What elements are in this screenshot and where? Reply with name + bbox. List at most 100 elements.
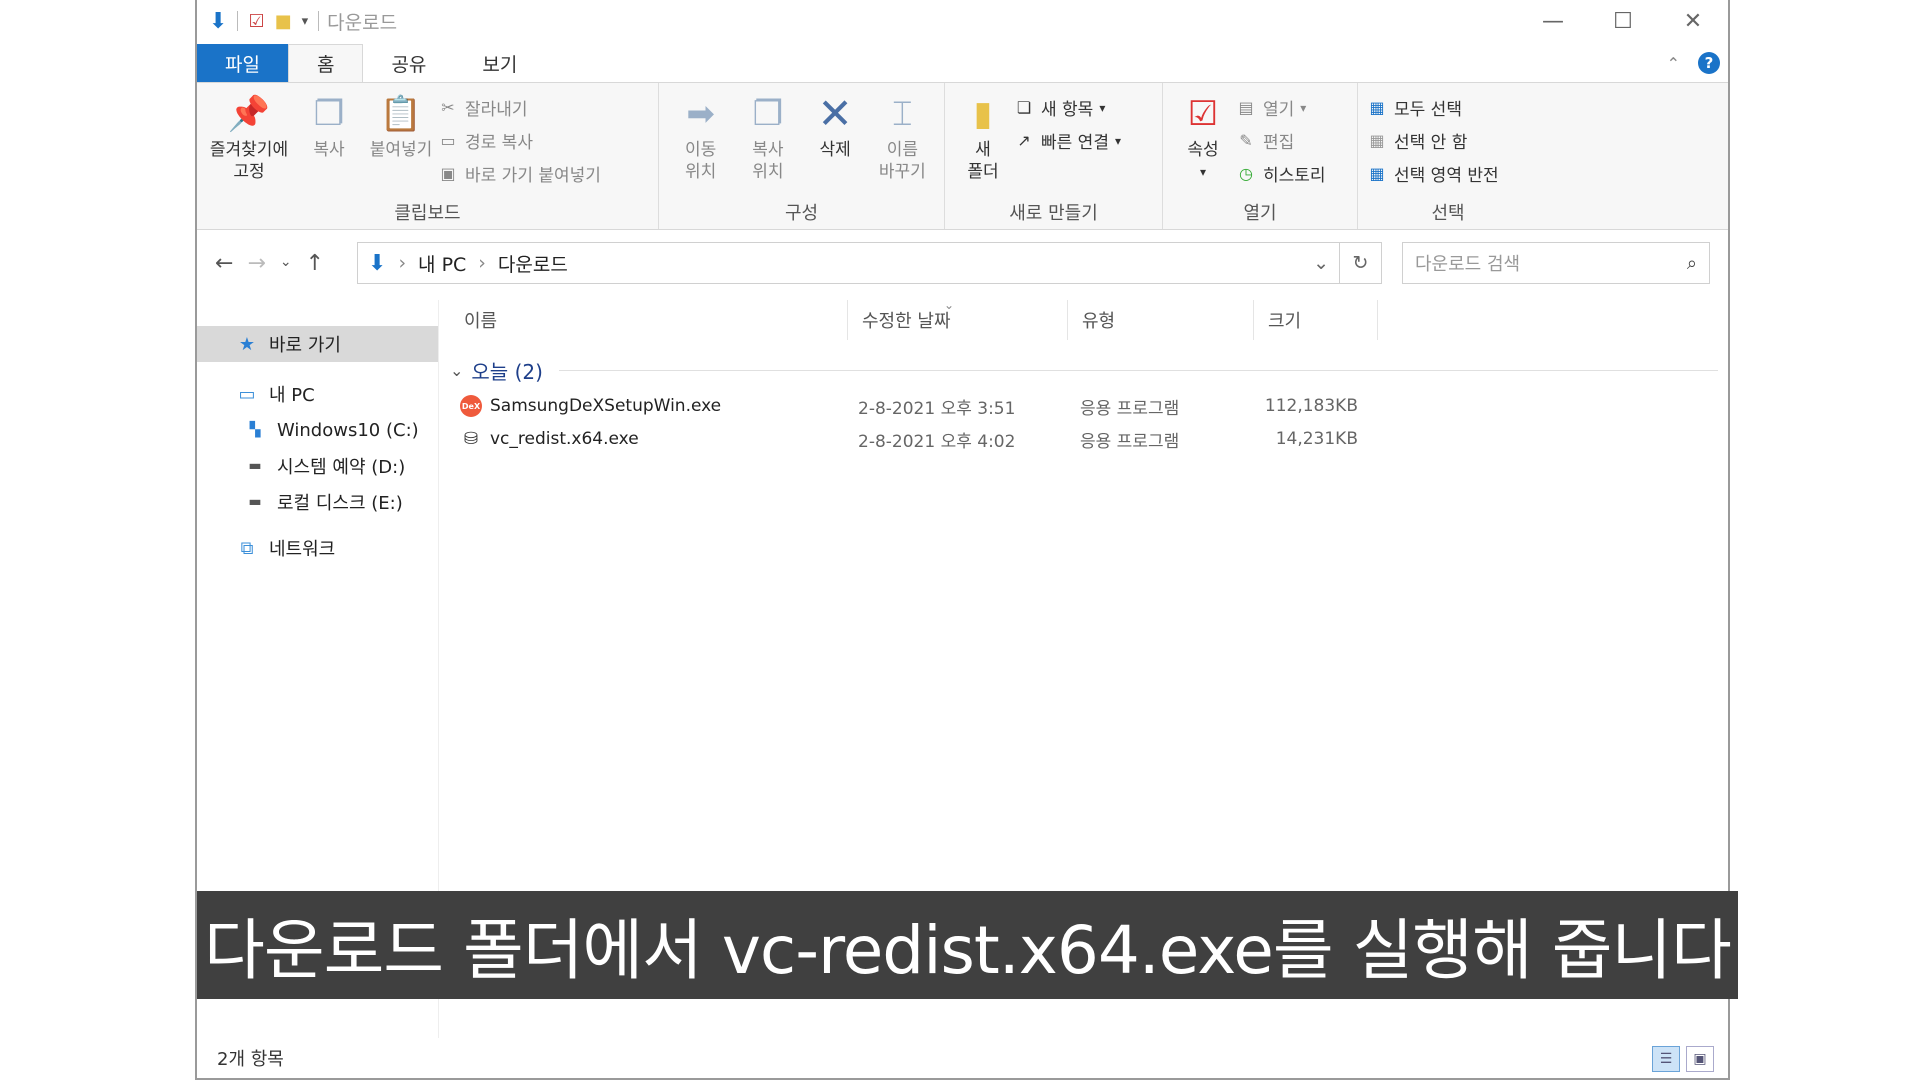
copy-path-button[interactable]: ▭ 경로 복사 xyxy=(437,128,601,153)
pin-icon: 📌 xyxy=(227,94,271,134)
navigation-buttons: ← → ⌄ ↑ xyxy=(197,251,357,276)
title-bar: ⬇ ☑ ■ ▾ 다운로드 — ☐ ✕ xyxy=(197,0,1728,42)
view-buttons: ☰ ▣ xyxy=(1652,1046,1714,1072)
close-button[interactable]: ✕ xyxy=(1658,0,1728,42)
nav-drive-e-label: 로컬 디스크 (E:) xyxy=(277,493,403,514)
nav-network[interactable]: ⧉ 네트워크 xyxy=(197,530,438,566)
history-button[interactable]: ◷ 히스토리 xyxy=(1235,161,1326,186)
nav-drive-c[interactable]: ▚ Windows10 (C:) xyxy=(197,412,438,448)
search-box[interactable]: 다운로드 검색 ⌕ xyxy=(1402,242,1710,284)
folder-icon: ▮ xyxy=(973,94,993,134)
file-date: 2-8-2021 오후 3:51 xyxy=(858,398,1016,419)
windows-drive-icon: ▚ xyxy=(249,422,261,438)
cut-button[interactable]: ✂ 잘라내기 xyxy=(437,95,601,120)
up-arrow-icon[interactable]: ↑ xyxy=(306,251,324,276)
tab-home[interactable]: 홈 xyxy=(287,44,364,82)
column-date-label: 수정한 날짜 xyxy=(862,311,951,332)
help-icon[interactable]: ? xyxy=(1698,52,1720,74)
minimize-button[interactable]: — xyxy=(1518,0,1588,42)
tab-file[interactable]: 파일 xyxy=(197,44,288,82)
qat-dropdown-icon[interactable]: ▾ xyxy=(302,14,309,29)
quick-access-toolbar: ⬇ ☑ ■ ▾ xyxy=(197,9,320,34)
new-item-button[interactable]: ❏ 새 항목 ▾ xyxy=(1013,95,1121,120)
open-button[interactable]: ▤ 열기 ▾ xyxy=(1235,95,1326,120)
group-label-organize: 구성 xyxy=(784,203,819,224)
group-select: ▦ 모두 선택 ▦ 선택 안 함 ▦ 선택 영역 반전 선택 xyxy=(1358,83,1538,229)
nav-this-pc[interactable]: ▭ 내 PC xyxy=(197,376,438,412)
group-open: ☑ 속성 ▾ ▤ 열기 ▾ ✎ 편집 ◷ 히스토리 열기 xyxy=(1163,83,1358,229)
invert-selection-button[interactable]: ▦ 선택 영역 반전 xyxy=(1366,161,1498,186)
paste-shortcut-button[interactable]: ▣ 바로 가기 붙여넣기 xyxy=(437,161,601,186)
scissors-icon: ✂ xyxy=(441,98,455,117)
status-bar: 2개 항목 ☰ ▣ xyxy=(197,1038,1728,1078)
ribbon-right-controls: ⌃ ? xyxy=(1667,44,1728,82)
window-title: 다운로드 xyxy=(327,11,398,34)
edit-button[interactable]: ✎ 편집 xyxy=(1235,128,1326,153)
window-controls: — ☐ ✕ xyxy=(1518,0,1728,42)
group-collapse-chevron-icon: ⌄ xyxy=(450,361,464,380)
select-none-label: 선택 안 함 xyxy=(1394,133,1468,153)
tab-share[interactable]: 공유 xyxy=(363,44,454,82)
breadcrumb-this-pc[interactable]: 내 PC xyxy=(418,250,466,277)
nav-drive-d[interactable]: ▬ 시스템 예약 (D:) xyxy=(197,448,438,484)
forward-arrow-icon[interactable]: → xyxy=(247,251,265,276)
downloads-location-icon: ⬇ xyxy=(368,250,387,276)
easy-access-icon: ↗ xyxy=(1017,131,1031,150)
new-folder-icon[interactable]: ■ xyxy=(275,11,292,32)
network-icon: ⧉ xyxy=(240,537,254,559)
recent-locations-icon[interactable]: ⌄ xyxy=(280,251,292,276)
move-to-icon: ➡ xyxy=(686,94,715,134)
refresh-icon[interactable]: ↻ xyxy=(1339,243,1381,283)
group-header-today[interactable]: ⌄ 오늘 (2) xyxy=(450,356,1718,385)
tab-view[interactable]: 보기 xyxy=(454,44,545,82)
address-row: ← → ⌄ ↑ ⬇ › 내 PC › 다운로드 ⌄ ↻ 다운로드 검색 ⌕ xyxy=(197,240,1728,286)
easy-access-button[interactable]: ↗ 빠른 연결 ▾ xyxy=(1013,128,1121,153)
address-bar[interactable]: ⬇ › 내 PC › 다운로드 ⌄ ↻ xyxy=(357,242,1382,284)
samsung-dex-icon: DeX xyxy=(460,395,482,417)
chevron-down-icon: ▾ xyxy=(1199,165,1207,179)
nav-quick-access[interactable]: ★ 바로 가기 xyxy=(197,326,438,362)
search-input[interactable]: 다운로드 검색 xyxy=(1415,250,1520,276)
collapse-ribbon-icon[interactable]: ⌃ xyxy=(1667,54,1680,73)
select-all-button[interactable]: ▦ 모두 선택 xyxy=(1366,95,1499,120)
file-name: vc_redist.x64.exe xyxy=(490,429,639,449)
history-icon: ◷ xyxy=(1239,164,1253,183)
chevron-down-icon: ▾ xyxy=(1114,133,1121,148)
file-name: SamsungDeXSetupWin.exe xyxy=(490,396,722,416)
address-dropdown-icon[interactable]: ⌄ xyxy=(1313,252,1329,274)
download-arrow-icon[interactable]: ⬇ xyxy=(209,9,227,34)
column-size[interactable]: 크기 xyxy=(1254,300,1378,340)
breadcrumb-downloads[interactable]: 다운로드 xyxy=(498,250,568,277)
column-date[interactable]: 수정한 날짜 ⌄ xyxy=(848,298,1068,340)
properties-check-icon[interactable]: ☑ xyxy=(248,11,264,32)
group-label-select: 선택 xyxy=(1431,203,1465,224)
easy-access-label: 빠른 연결 xyxy=(1041,133,1109,153)
nav-drive-e[interactable]: ▬ 로컬 디스크 (E:) xyxy=(197,484,438,520)
select-none-button[interactable]: ▦ 선택 안 함 xyxy=(1366,128,1499,153)
group-divider xyxy=(558,370,1718,371)
group-label-new: 새로 만들기 xyxy=(1009,203,1098,224)
copy-path-label: 경로 복사 xyxy=(465,133,533,153)
large-icons-view-icon[interactable]: ▣ xyxy=(1686,1046,1714,1072)
paste-shortcut-label: 바로 가기 붙여넣기 xyxy=(465,166,601,186)
select-none-icon: ▦ xyxy=(1369,131,1385,150)
new-folder-label: 새 폴더 xyxy=(967,140,999,182)
drive-icon: ▬ xyxy=(248,494,262,510)
file-name-cell: DeX SamsungDeXSetupWin.exe xyxy=(460,395,858,417)
maximize-button[interactable]: ☐ xyxy=(1588,0,1658,42)
file-row[interactable]: ⛁ vc_redist.x64.exe 2-8-2021 오후 4:02 응용 … xyxy=(460,424,1728,454)
nav-quick-access-label: 바로 가기 xyxy=(269,335,341,356)
back-arrow-icon[interactable]: ← xyxy=(215,251,233,276)
nav-drive-d-label: 시스템 예약 (D:) xyxy=(277,457,406,478)
qat-separator xyxy=(318,11,320,31)
details-view-icon[interactable]: ☰ xyxy=(1652,1046,1680,1072)
group-label-clipboard: 클립보드 xyxy=(394,203,461,224)
select-all-label: 모두 선택 xyxy=(1394,100,1462,120)
file-row[interactable]: DeX SamsungDeXSetupWin.exe 2-8-2021 오후 3… xyxy=(460,391,1728,421)
edit-label: 편집 xyxy=(1263,133,1295,153)
file-size: 112,183KB xyxy=(1264,396,1358,416)
column-name[interactable]: 이름 xyxy=(440,300,848,340)
copy-to-icon: ❐ xyxy=(752,94,784,134)
nav-network-label: 네트워크 xyxy=(269,539,336,560)
column-type[interactable]: 유형 xyxy=(1068,300,1254,340)
